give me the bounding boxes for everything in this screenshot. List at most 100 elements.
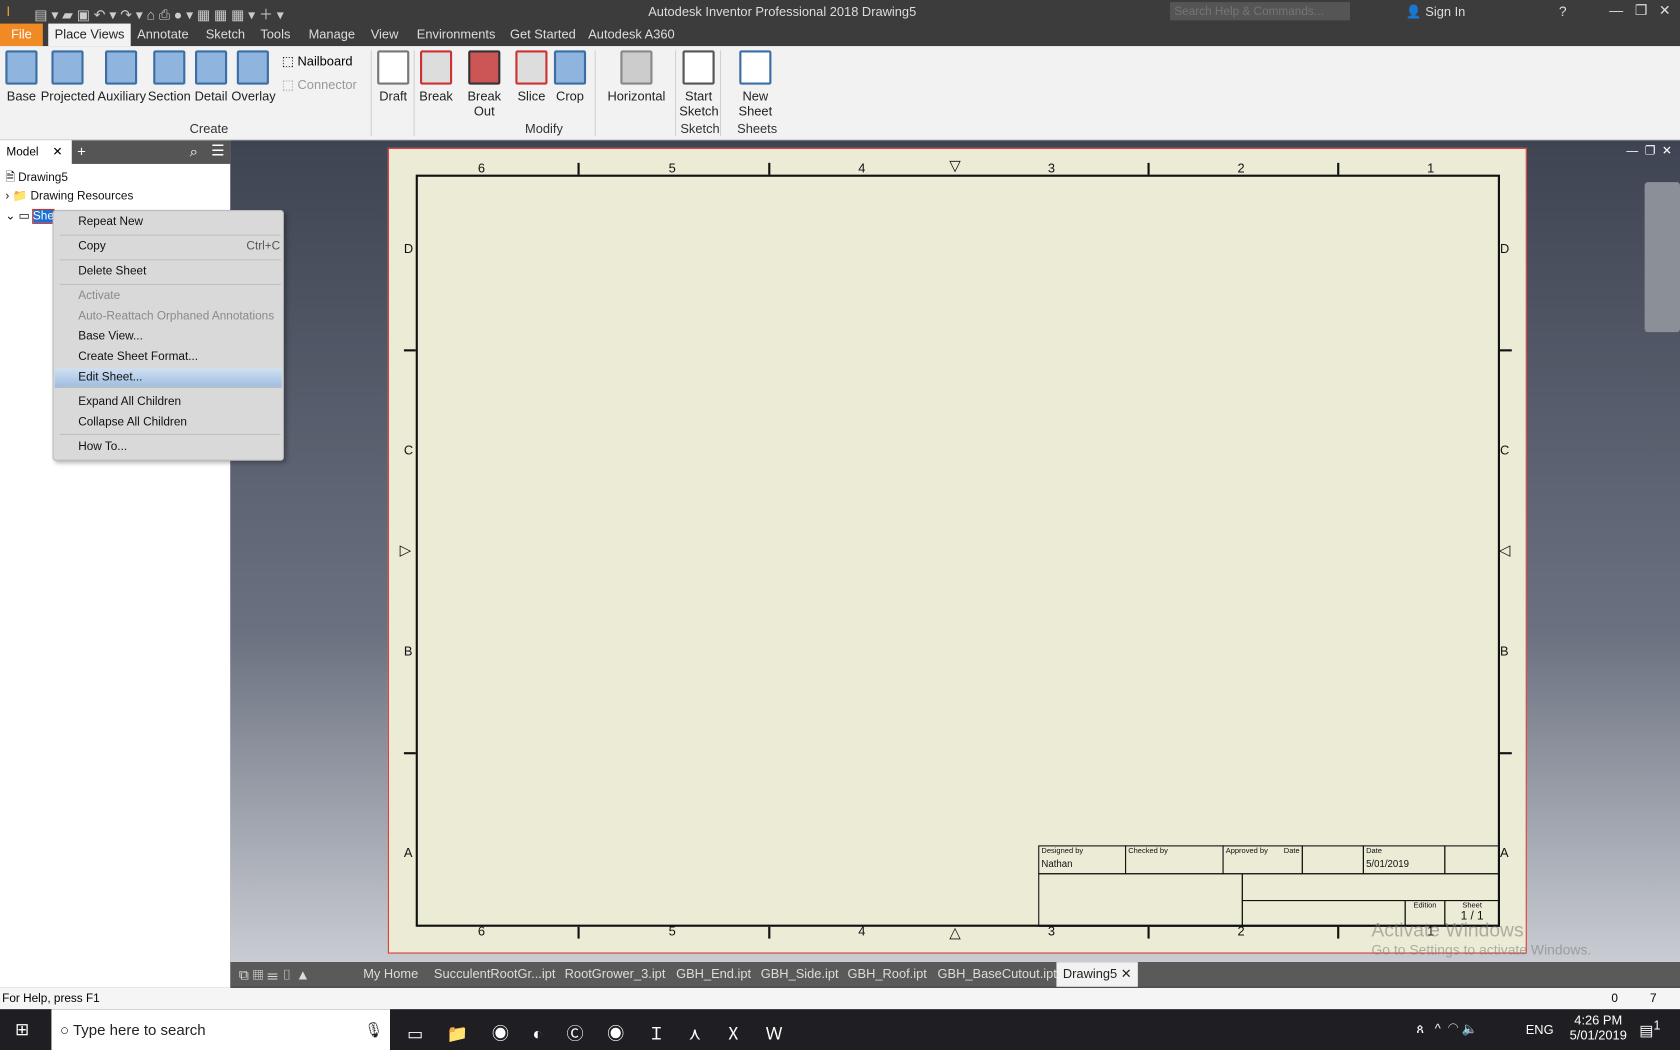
microphone-icon[interactable]: 🎙: [364, 1009, 383, 1050]
name-cell: [1241, 873, 1501, 902]
detail-view-button[interactable]: Detail: [193, 50, 229, 104]
notification-icon[interactable]: ▤1: [1639, 1019, 1660, 1040]
blank-cell: [1444, 845, 1501, 875]
tab-environments[interactable]: Environments: [410, 24, 501, 47]
tree-item-sheet[interactable]: ⌄ ▭ She: [5, 208, 55, 224]
menu-separator: [60, 385, 281, 387]
tab-view[interactable]: View: [364, 24, 404, 47]
connector-button: ⬚ Connector: [281, 77, 357, 93]
projected-view-button[interactable]: Projected: [41, 50, 95, 104]
menu-item-expand-all-children[interactable]: Expand All Children: [78, 395, 181, 408]
slice-button[interactable]: Slice: [515, 50, 548, 104]
menu-icon[interactable]: ☰: [211, 141, 224, 159]
tree-item-drawing[interactable]: 🗎 Drawing5: [5, 168, 68, 188]
tab-tools[interactable]: Tools: [254, 24, 297, 47]
menu-item-how-to[interactable]: How To...: [78, 440, 127, 453]
zone-row-label: D: [403, 241, 414, 257]
label: Connector: [297, 77, 357, 93]
label: Drawing5: [18, 171, 68, 185]
window-controls[interactable]: — ❐ ✕: [1609, 2, 1670, 19]
zone-col-label: 3: [1047, 160, 1056, 176]
add-tab-button[interactable]: + ⌕ ☰: [71, 140, 231, 164]
canvas-window-controls[interactable]: — ❐ ✕: [1626, 144, 1671, 158]
clock[interactable]: 4:26 PM 5/01/2019: [1570, 1013, 1627, 1043]
tab-annotate[interactable]: Annotate: [131, 24, 195, 47]
tab-autodesk-a360[interactable]: Autodesk A360: [582, 24, 681, 47]
tab-model[interactable]: Model ✕: [0, 140, 72, 164]
doc-tab[interactable]: GBH_Roof.ipt: [848, 962, 927, 987]
search-input[interactable]: [1170, 2, 1351, 21]
menu-separator: [60, 283, 281, 286]
zone-col-label: 5: [668, 160, 676, 176]
label: Auxiliary: [97, 88, 147, 104]
sign-in-button[interactable]: 👤 Sign In: [1406, 4, 1466, 19]
taskbar-apps[interactable]: ▭📁◉◐Ⓒ◉Ｉ⋏ⅩＷ: [407, 1019, 806, 1045]
group-create: Create: [189, 121, 229, 137]
language-indicator[interactable]: ENG: [1526, 1022, 1554, 1037]
tab-place-views[interactable]: Place Views: [48, 23, 131, 47]
group-modify: Modify: [525, 121, 563, 137]
label: Base: [6, 88, 37, 104]
windows-start-icon[interactable]: ⊞: [15, 1019, 29, 1040]
menu-item-create-sheet-format[interactable]: Create Sheet Format...: [78, 350, 198, 363]
doc-tab[interactable]: My Home: [363, 962, 418, 987]
base-view-icon: [5, 50, 38, 85]
auxiliary-view-button[interactable]: Auxiliary: [97, 50, 147, 104]
doc-tab[interactable]: SucculentRootGr...ipt: [434, 962, 555, 987]
label: She: [31, 208, 55, 224]
zone-tick: [577, 162, 580, 175]
break-out-button[interactable]: Break Out: [456, 50, 512, 119]
status-count-1: 0: [1611, 992, 1618, 1006]
doc-tab[interactable]: GBH_End.ipt: [676, 962, 751, 987]
overlay-view-button[interactable]: Overlay: [231, 50, 276, 104]
search-icon[interactable]: ⌕: [190, 143, 198, 161]
section-view-button[interactable]: Section: [148, 50, 191, 104]
tab-get-started[interactable]: Get Started: [504, 24, 583, 47]
menu-item-repeat-new[interactable]: Repeat New: [78, 215, 143, 228]
slice-icon: [515, 50, 548, 85]
break-button[interactable]: Break: [418, 50, 454, 104]
nailboard-button[interactable]: ⬚ Nailboard: [282, 54, 353, 69]
window-title: Autodesk Inventor Professional 2018 Draw…: [648, 4, 917, 20]
doc-tab[interactable]: Drawing5 ✕: [1056, 962, 1138, 987]
menu-item-copy[interactable]: Copy: [78, 240, 106, 253]
menu-item-collapse-all-children[interactable]: Collapse All Children: [78, 416, 187, 429]
browser-header: Model ✕ + ⌕ ☰: [0, 140, 231, 164]
label: Go to Settings to activate Windows.: [1371, 941, 1592, 958]
tab-file[interactable]: File: [0, 23, 43, 47]
menu-item-edit-sheet[interactable]: Edit Sheet...: [78, 371, 142, 384]
draft-icon: [377, 50, 410, 85]
draft-view-button[interactable]: Draft: [375, 50, 411, 104]
label: Drawing Resources: [30, 189, 134, 203]
center-mark-bottom-icon: △: [949, 923, 961, 941]
tab-manage[interactable]: Manage: [302, 24, 361, 47]
base-view-button[interactable]: Base: [5, 50, 38, 104]
menu-item-base-view[interactable]: Base View...: [78, 330, 143, 343]
label: Designed by: [1041, 847, 1084, 856]
tray-icons[interactable]: ጰ ^ ◠ 🔈: [1416, 1021, 1477, 1037]
close-icon[interactable]: ✕: [1117, 966, 1132, 981]
label: RootGrower_3.ipt: [564, 966, 666, 982]
horizontal-align-button[interactable]: Horizontal: [605, 50, 667, 104]
activation-watermark: Activate Windows Go to Settings to activa…: [1371, 919, 1591, 958]
doc-tab[interactable]: GBH_Side.ipt: [761, 962, 839, 987]
navigation-bar[interactable]: [1644, 182, 1680, 333]
doc-tab[interactable]: GBH_BaseCutout.ipt: [938, 962, 1057, 987]
taskbar-search[interactable]: ○ Type here to search 🎙: [51, 1009, 391, 1050]
document-tabs: ⧉ ▦ ☰ ▯ ▲ My Home SucculentRootGr...ipt Ro…: [230, 962, 1680, 987]
zone-row-label: A: [1500, 845, 1509, 861]
tree-item-drawing-resources[interactable]: › 📁 Drawing Resources: [5, 189, 133, 203]
help-icon[interactable]: ?: [1559, 3, 1567, 19]
start-sketch-button[interactable]: Start Sketch: [679, 50, 719, 119]
view-layout-icons[interactable]: ⧉ ▦ ☰ ▯ ▲: [239, 962, 310, 987]
quick-access-toolbar[interactable]: ▤ ▾ ▰ ▣ ↶ ▾ ↷ ▾ ⌂ ⎙ ● ▾ ▦ ▦ ▦ ▾ ＋ ▾: [34, 3, 283, 23]
close-icon[interactable]: ✕: [53, 146, 63, 159]
crop-button[interactable]: Crop: [553, 50, 587, 104]
new-sheet-button[interactable]: New Sheet: [724, 50, 786, 119]
tab-sketch[interactable]: Sketch: [199, 24, 251, 47]
context-menu: Repeat New Copy Ctrl+C Delete Sheet Activate…: [52, 210, 284, 461]
menu-item-delete-sheet[interactable]: Delete Sheet: [78, 265, 146, 278]
doc-tab[interactable]: RootGrower_3.ipt: [565, 962, 666, 987]
zone-col-label: 5: [668, 923, 676, 939]
label: Drawing5: [1062, 966, 1118, 982]
